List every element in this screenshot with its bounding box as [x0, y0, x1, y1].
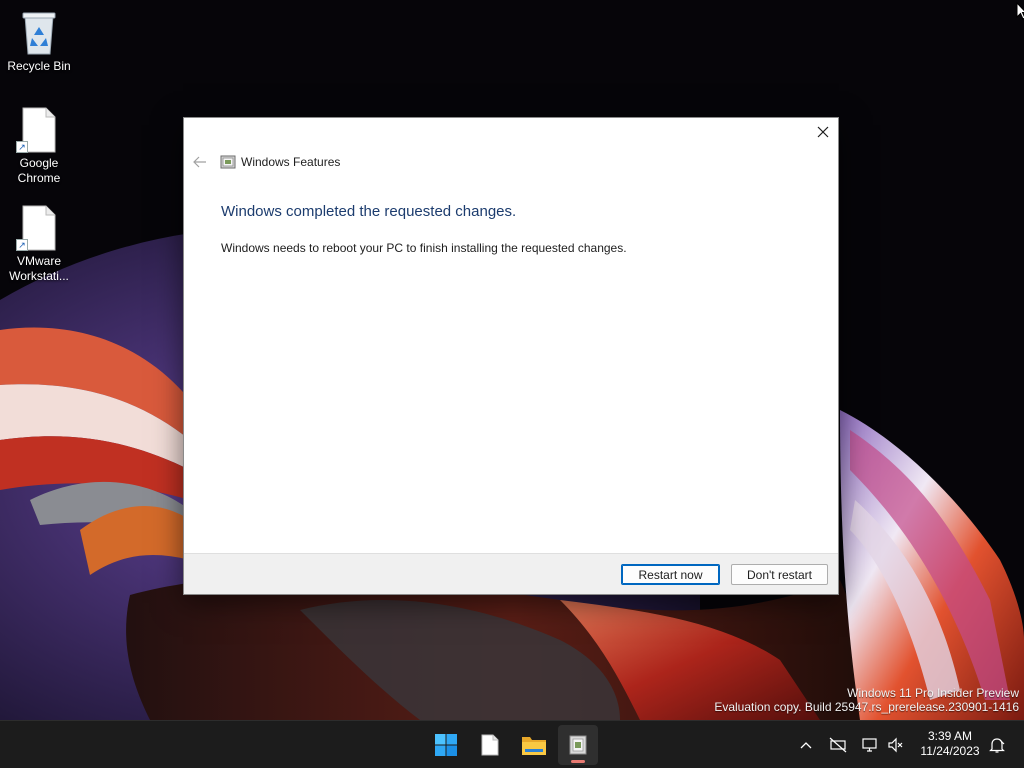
- windows-features-icon: [220, 154, 236, 170]
- taskbar-windows-features-button[interactable]: [558, 725, 598, 765]
- dont-restart-button[interactable]: Don't restart: [731, 564, 828, 585]
- watermark-line-1: Windows 11 Pro Insider Preview: [847, 686, 1019, 700]
- tray-volume-button[interactable]: [885, 734, 907, 756]
- dialog-app-title: Windows Features: [241, 155, 341, 169]
- close-icon: [817, 126, 829, 138]
- tray-network-disconnected[interactable]: [827, 734, 849, 756]
- watermark-line-2: Evaluation copy. Build 25947.rs_prerelea…: [714, 700, 1019, 714]
- chevron-up-icon: [800, 742, 812, 749]
- desktop-icon-label: Recycle Bin: [7, 59, 71, 73]
- taskbar-file-explorer-button[interactable]: [514, 725, 554, 765]
- show-hidden-icons-button[interactable]: [795, 734, 817, 756]
- dialog-heading: Windows completed the requested changes.: [221, 203, 517, 220]
- recycle-bin-icon: [19, 10, 59, 56]
- start-button[interactable]: [426, 725, 466, 765]
- desktop-icon-label: VMware Workstati...: [9, 254, 69, 283]
- dialog-message: Windows needs to reboot your PC to finis…: [221, 241, 627, 255]
- close-button[interactable]: [808, 118, 838, 146]
- notification-bell-icon: [989, 738, 1005, 753]
- windows-features-dialog: Windows Features Windows completed the r…: [183, 117, 839, 595]
- desktop-icon-google-chrome[interactable]: ↗ Google Chrome: [1, 107, 77, 186]
- taskbar: 3:39 AM 11/24/2023: [0, 720, 1024, 768]
- clock-time: 3:39 AM: [927, 729, 973, 743]
- restart-now-button[interactable]: Restart now: [621, 564, 720, 585]
- evaluation-watermark: Windows 11 Pro Insider Preview Evaluatio…: [714, 686, 1019, 714]
- shortcut-arrow-icon: ↗: [16, 239, 28, 251]
- clock-date: 11/24/2023: [920, 744, 980, 758]
- desktop-icon-label: Google Chrome: [17, 156, 61, 185]
- taskbar-notepad-button[interactable]: [470, 725, 510, 765]
- notepad-icon: [481, 734, 499, 756]
- taskbar-clock[interactable]: 3:39 AM 11/24/2023: [912, 729, 988, 759]
- file-shortcut-icon: ↗: [16, 107, 59, 153]
- back-button[interactable]: [190, 152, 210, 172]
- volume-muted-icon: [888, 737, 903, 753]
- dialog-nav-row: Windows Features: [190, 152, 340, 172]
- windows-features-icon: [569, 735, 587, 755]
- back-arrow-icon: [193, 156, 206, 168]
- desktop-icon-recycle-bin[interactable]: Recycle Bin: [1, 10, 77, 74]
- start-icon: [435, 734, 457, 756]
- monitor-icon: [862, 738, 877, 752]
- mouse-pointer-icon: [1016, 1, 1024, 25]
- active-app-indicator: [571, 760, 585, 763]
- network-disconnected-icon: [829, 737, 847, 753]
- dialog-footer: Restart now Don't restart: [184, 553, 838, 594]
- file-explorer-icon: [522, 737, 546, 755]
- file-shortcut-icon: ↗: [16, 205, 59, 251]
- notifications-button[interactable]: [986, 734, 1008, 756]
- desktop-icon-vmware-workstation[interactable]: ↗ VMware Workstati...: [1, 205, 77, 284]
- tray-display-button[interactable]: [859, 734, 881, 756]
- shortcut-arrow-icon: ↗: [16, 141, 28, 153]
